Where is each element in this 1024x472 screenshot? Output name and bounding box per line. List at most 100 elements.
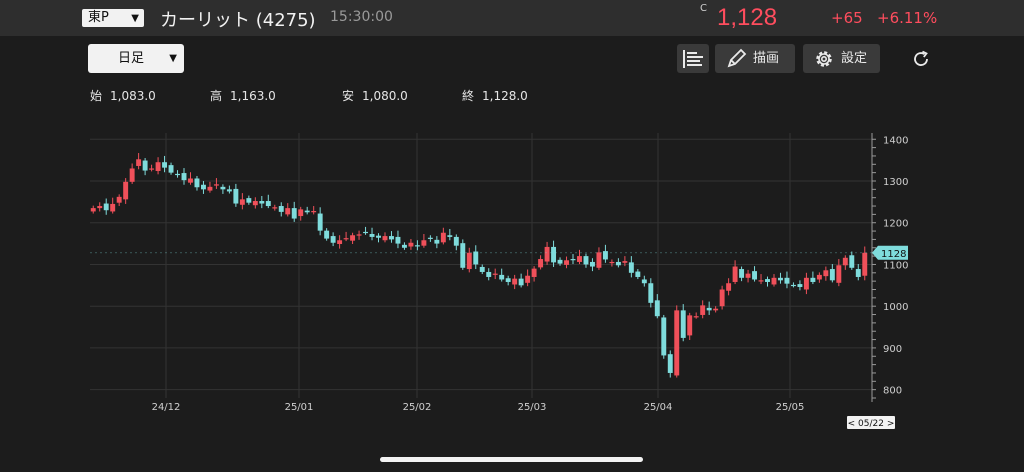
candle-body <box>220 186 226 190</box>
candle-body <box>862 252 868 276</box>
candle-body <box>304 210 310 213</box>
candle-body <box>155 162 161 171</box>
candle-body <box>123 181 129 200</box>
candle-body <box>421 240 427 246</box>
candle-body <box>194 178 200 188</box>
candle-body <box>745 273 751 278</box>
last-price-label: 1128 <box>881 249 906 260</box>
x-tick-label: 25/04 <box>644 402 673 413</box>
candle-body <box>356 234 362 236</box>
candle-body <box>272 207 278 209</box>
candle-body <box>395 236 401 244</box>
cursor-date-label: < 05/22 > <box>848 419 895 429</box>
candle-body <box>473 251 479 265</box>
candle-body <box>330 236 336 243</box>
candle-body <box>440 232 446 243</box>
candle-body <box>90 208 96 212</box>
candle-body <box>667 354 673 373</box>
candle-body <box>414 245 420 247</box>
candle-body <box>687 315 693 336</box>
candle-body <box>142 160 148 171</box>
candle-body <box>285 208 291 215</box>
candle-body <box>434 239 440 244</box>
candle-body <box>784 277 790 284</box>
candle-body <box>200 184 206 190</box>
x-tick-label: 25/02 <box>403 402 432 413</box>
candle-body <box>265 201 271 207</box>
candle-body <box>239 199 245 205</box>
candle-body <box>460 243 466 268</box>
candle-body <box>654 300 660 317</box>
x-tick-label: 25/05 <box>776 402 805 413</box>
candle-body <box>207 186 213 191</box>
candle-body <box>103 203 109 211</box>
candle-body <box>499 274 505 280</box>
candle-body <box>337 240 343 245</box>
candle-body <box>376 235 381 238</box>
candle-body <box>447 235 453 237</box>
candle-body <box>369 233 375 237</box>
candle-body <box>816 274 822 280</box>
candle-body <box>181 173 187 181</box>
candle-body <box>577 256 582 262</box>
candle-body <box>525 275 531 283</box>
candle-body <box>479 266 485 272</box>
candle-body <box>518 278 524 286</box>
price-chart[interactable]: 1400 1300 1200 1100 1000 900 800 24/12 25/01 25/0… <box>0 0 1024 472</box>
candle-body <box>765 279 770 282</box>
candle-body <box>317 213 323 231</box>
candle-body <box>162 162 168 168</box>
candle-body <box>622 261 628 263</box>
candle-body <box>596 252 602 268</box>
y-tick-label: 1100 <box>883 260 908 271</box>
candle-body <box>116 196 122 203</box>
candle-body <box>739 269 745 278</box>
candle-body <box>790 284 796 287</box>
candle-body <box>149 168 155 170</box>
candle-body <box>252 201 258 206</box>
candle-body <box>311 211 317 213</box>
candle-body <box>829 269 835 281</box>
candle-body <box>363 231 369 234</box>
candle-body <box>648 283 654 303</box>
candle-body <box>389 236 394 240</box>
candle-body <box>486 271 492 277</box>
candle-body <box>544 246 550 262</box>
candle-body <box>732 266 738 282</box>
candle-body <box>641 279 647 284</box>
candle-body <box>803 277 809 290</box>
candle-body <box>771 277 777 285</box>
y-tick-label: 900 <box>883 344 902 355</box>
candle-body <box>570 259 576 261</box>
candle-body <box>168 165 174 173</box>
candle-body <box>259 201 265 204</box>
candle-body <box>719 289 725 307</box>
candle-body <box>233 188 239 204</box>
candle-body <box>512 278 518 285</box>
candle-body <box>674 310 680 376</box>
candle-body <box>298 209 304 217</box>
candle-body <box>343 238 349 240</box>
candle-body <box>758 280 764 282</box>
candle-body <box>246 198 252 203</box>
y-tick-label: 1200 <box>883 219 908 230</box>
x-tick-label: 24/12 <box>152 402 181 413</box>
candle-body <box>466 252 472 270</box>
candle-body <box>408 242 414 247</box>
candle-body <box>226 189 232 192</box>
candle-body <box>110 203 116 212</box>
candle-body <box>350 235 356 241</box>
candle-body <box>713 308 719 311</box>
home-indicator[interactable] <box>380 457 643 462</box>
candle-body <box>505 278 511 282</box>
candle-body <box>842 257 848 266</box>
candle-body <box>706 307 712 311</box>
candle-body <box>531 268 537 277</box>
y-tick-label: 800 <box>883 386 902 397</box>
x-tick-label: 25/01 <box>285 402 314 413</box>
candle-body <box>564 260 569 265</box>
candle-body <box>726 283 732 291</box>
candle-body <box>693 316 699 318</box>
candle-body <box>615 261 621 266</box>
candle-body <box>635 271 641 277</box>
